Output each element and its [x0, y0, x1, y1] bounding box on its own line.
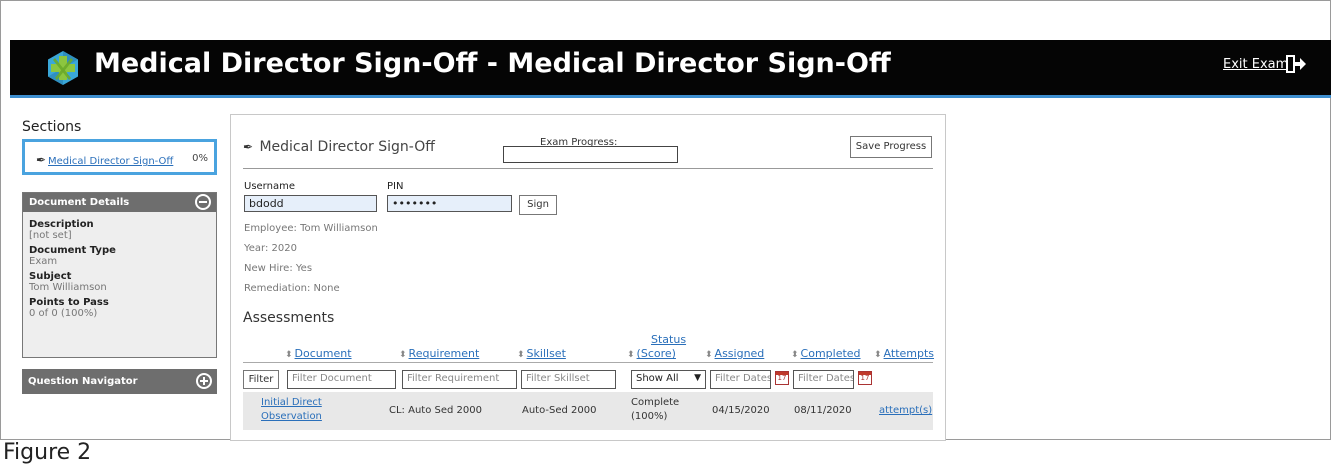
column-header-assigned[interactable]: ⬍ Assigned — [705, 347, 764, 360]
pen-icon: ✒ — [36, 153, 47, 167]
filter-requirement-input[interactable]: Filter Requirement — [402, 370, 517, 389]
sign-button[interactable]: Sign — [519, 195, 557, 215]
employee-info: Employee: Tom Williamson — [244, 223, 378, 234]
sort-icon: ⬍ — [517, 350, 525, 360]
remediation-info: Remediation: None — [244, 283, 340, 294]
year-info: Year: 2020 — [244, 243, 297, 254]
filter-assigned-dates-input[interactable]: Filter Dates — [710, 370, 771, 389]
sort-icon: ⬍ — [399, 350, 407, 360]
sort-icon: ⬍ — [791, 350, 799, 360]
column-header-skillset[interactable]: ⬍ Skillset — [517, 347, 566, 360]
score-cell: (100%) — [631, 411, 668, 422]
assessments-heading: Assessments — [243, 310, 335, 326]
pin-label: PIN — [387, 181, 404, 192]
column-header-status-top[interactable]: Status — [651, 333, 686, 346]
filter-completed-dates-input[interactable]: Filter Dates — [793, 370, 854, 389]
column-header-completed[interactable]: ⬍ Completed — [791, 347, 861, 360]
divider — [243, 168, 933, 169]
filter-document-input[interactable]: Filter Document — [287, 370, 396, 389]
exam-title: ✒ Medical Director Sign-Off — [243, 139, 435, 155]
assigned-date-cell: 04/15/2020 — [712, 405, 770, 416]
table-row: Initial Direct Observation CL: Auto Sed … — [243, 392, 933, 430]
expand-icon[interactable] — [196, 373, 212, 389]
calendar-icon[interactable]: 17 — [858, 371, 872, 385]
status-filter-select[interactable]: Show All ▼ — [631, 370, 706, 389]
detail-label: Document Type — [29, 245, 116, 256]
sort-icon: ⬍ — [627, 350, 635, 360]
section-progress-percent: 0% — [192, 153, 208, 164]
sections-heading: Sections — [22, 119, 82, 135]
detail-label: Description — [29, 219, 94, 230]
save-progress-button[interactable]: Save Progress — [850, 136, 932, 158]
pin-field[interactable]: ••••••• — [387, 195, 512, 212]
completed-date-cell: 08/11/2020 — [794, 405, 852, 416]
exam-panel: ✒ Medical Director Sign-Off Exam Progres… — [230, 114, 946, 441]
document-link[interactable]: Observation — [261, 411, 322, 422]
column-header-status[interactable]: ⬍ (Score) — [627, 347, 676, 360]
divider — [243, 362, 933, 363]
pen-icon: ✒ — [243, 140, 254, 154]
username-field[interactable]: bdodd — [244, 195, 377, 212]
status-cell: Complete — [631, 397, 680, 408]
detail-value: [not set] — [29, 230, 72, 241]
document-details-panel: Document Details Description [not set] D… — [22, 192, 217, 358]
attempts-link[interactable]: attempt(s) — [879, 405, 932, 416]
document-details-title: Document Details — [29, 197, 130, 208]
sort-icon: ⬍ — [705, 350, 713, 360]
detail-value: Exam — [29, 256, 58, 267]
column-header-requirement[interactable]: ⬍ Requirement — [399, 347, 479, 360]
page-title: Medical Director Sign-Off - Medical Dire… — [94, 48, 891, 79]
collapse-icon[interactable] — [195, 194, 211, 210]
exit-door-icon[interactable] — [1285, 54, 1307, 74]
figure-caption: Figure 2 — [3, 440, 92, 465]
column-header-document[interactable]: ⬍ Document — [285, 347, 352, 360]
question-navigator-title: Question Navigator — [28, 376, 138, 387]
detail-value: 0 of 0 (100%) — [29, 308, 98, 319]
sort-icon: ⬍ — [285, 350, 293, 360]
section-item-link[interactable]: ✒ Medical Director Sign-Off — [36, 153, 173, 167]
section-item-medical-director[interactable]: ✒ Medical Director Sign-Off 0% — [22, 139, 217, 175]
app-window: Medical Director Sign-Off - Medical Dire… — [0, 0, 1331, 441]
column-header-attempts[interactable]: ⬍ Attempts — [874, 347, 934, 360]
sort-icon: ⬍ — [874, 350, 882, 360]
app-header: Medical Director Sign-Off - Medical Dire… — [10, 40, 1331, 98]
hexagon-cross-logo-icon — [48, 51, 78, 85]
detail-value: Tom Williamson — [29, 282, 107, 293]
detail-label: Points to Pass — [29, 297, 109, 308]
filter-skillset-input[interactable]: Filter Skillset — [521, 370, 616, 389]
document-link[interactable]: Initial Direct — [261, 397, 322, 408]
calendar-icon[interactable]: 17 — [775, 371, 789, 385]
document-details-header[interactable]: Document Details — [23, 193, 216, 212]
question-navigator-header[interactable]: Question Navigator — [22, 369, 217, 394]
requirement-cell: CL: Auto Sed 2000 — [389, 405, 482, 416]
skillset-cell: Auto-Sed 2000 — [522, 405, 597, 416]
username-label: Username — [244, 181, 295, 192]
chevron-down-icon: ▼ — [694, 373, 701, 383]
filter-button[interactable]: Filter — [243, 370, 279, 389]
detail-label: Subject — [29, 271, 72, 282]
exam-progress-bar — [503, 146, 678, 163]
new-hire-info: New Hire: Yes — [244, 263, 313, 274]
exit-exam-link[interactable]: Exit Exam — [1223, 57, 1288, 72]
